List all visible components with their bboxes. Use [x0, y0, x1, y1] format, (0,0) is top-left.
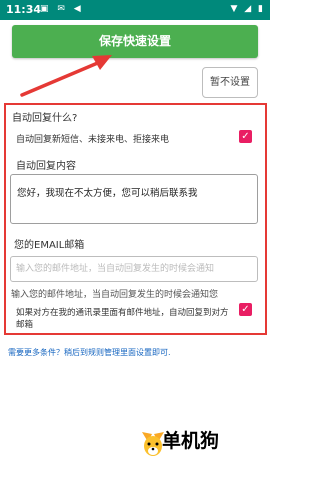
- save-settings-button[interactable]: 保存快速设置: [12, 25, 258, 58]
- system-status-icons: ▼ ◢ ▮: [230, 4, 265, 14]
- email-input[interactable]: 输入您的邮件地址，当自动回复发生的时候会通知: [10, 256, 258, 282]
- contacts-email-option-label: 如果对方在我的通讯录里面有邮件地址，自动回复到对方邮箱: [16, 308, 229, 330]
- watermark-text: 单机狗: [162, 430, 220, 452]
- auto-reply-section-title: 自动回复什么?: [12, 113, 78, 124]
- skip-settings-button[interactable]: 暂不设置: [202, 67, 258, 98]
- reply-content-title: 自动回复内容: [16, 161, 76, 172]
- notification-icons: ▣ ✉ ◀: [40, 4, 84, 14]
- auto-reply-option-label: 自动回复新短信、未接来电、拒接来电: [16, 135, 170, 145]
- more-conditions-link[interactable]: 需要更多条件？稍后到规则管理里面设置即可.: [8, 347, 171, 358]
- email-section-title: 您的EMAIL邮箱: [14, 240, 85, 251]
- contacts-email-checkbox[interactable]: ✓: [239, 303, 252, 316]
- email-hint: 输入您的邮件地址，当自动回复发生的时候会通知您: [11, 290, 219, 300]
- auto-reply-option-checkbox[interactable]: ✓: [239, 130, 252, 143]
- status-time: 11:34: [6, 3, 42, 16]
- reply-content-input[interactable]: 您好，我现在不太方便，您可以稍后联系我: [10, 174, 258, 224]
- status-bar: 11:34 ▣ ✉ ◀ ▼ ◢ ▮: [0, 0, 270, 20]
